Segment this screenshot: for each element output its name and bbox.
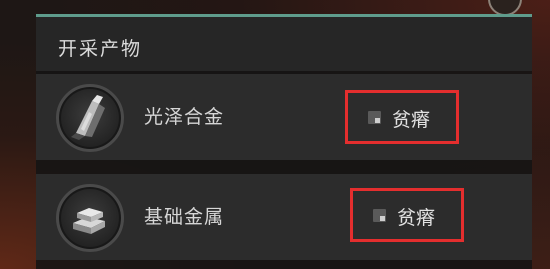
quality-indicator[interactable]: 贫瘠 [350,188,464,242]
resource-row[interactable]: 光泽合金 贫瘠 [36,74,532,160]
resource-name: 光泽合金 [144,106,225,128]
resource-row[interactable]: 基础金属 贫瘠 [36,174,532,260]
quality-label: 贫瘠 [392,109,431,131]
mining-output-panel: 开采产物 光泽合金 贫瘠 基础金属 贫瘠 [36,14,532,269]
quality-label: 贫瘠 [397,207,436,229]
quality-checkbox-icon [368,111,381,124]
resource-name: 基础金属 [144,206,225,228]
quality-checkbox-icon [373,209,386,222]
alloy-shard-icon [56,84,124,152]
quality-indicator[interactable]: 贫瘠 [345,90,459,144]
panel-title: 开采产物 [58,38,143,60]
game-screen: 开采产物 光泽合金 贫瘠 基础金属 贫瘠 [0,0,550,269]
metal-ingots-icon [56,184,124,252]
panel-header: 开采产物 [36,17,532,71]
